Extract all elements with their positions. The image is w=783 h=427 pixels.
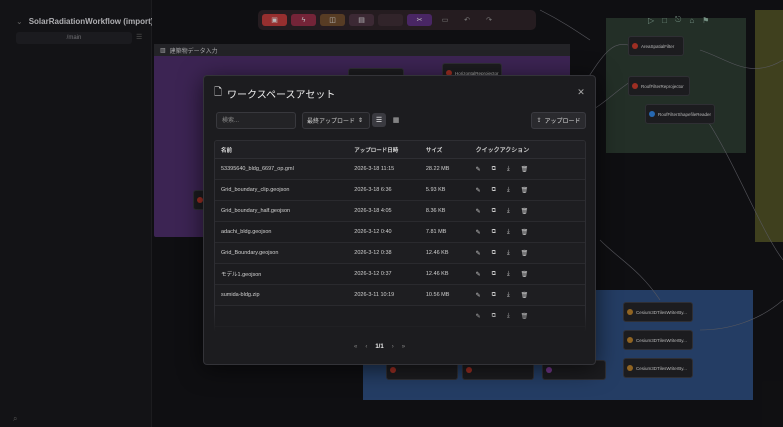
- list-icon: ☰: [375, 117, 383, 124]
- column-header-date[interactable]: アップロード日時: [354, 146, 426, 154]
- quick-actions: ✎ ⧉ ⤓ 🗑: [476, 229, 585, 236]
- last-page-icon[interactable]: »: [402, 344, 405, 350]
- prev-page-icon[interactable]: ‹: [365, 344, 367, 350]
- copy-icon[interactable]: ⧉: [492, 271, 496, 278]
- file-name: Grid_boundary_clip.geojson: [221, 187, 290, 193]
- file-size: 7.81 MB: [425, 229, 447, 235]
- next-page-icon[interactable]: ›: [392, 344, 394, 350]
- quick-actions: ✎ ⧉ ⤓ 🗑: [476, 250, 585, 257]
- file-name: sumida-bldg.zip: [221, 292, 260, 298]
- download-icon[interactable]: ⤓: [507, 292, 510, 299]
- file-icon: 🗋: [214, 86, 223, 98]
- download-icon[interactable]: ⤓: [507, 166, 510, 173]
- sort-select[interactable]: 最終アップロード ⇕: [302, 112, 370, 129]
- edit-icon[interactable]: ✎: [476, 229, 481, 236]
- trash-icon[interactable]: 🗑: [521, 187, 529, 194]
- quick-actions: ✎ ⧉ ⤓ 🗑: [476, 271, 585, 278]
- page-indicator: 1/1: [375, 344, 384, 350]
- upload-icon: ⇪: [536, 118, 542, 124]
- column-header-actions: クイックアクション: [475, 148, 530, 154]
- grid-view-button[interactable]: ▦: [389, 113, 403, 127]
- edit-icon[interactable]: ✎: [476, 208, 481, 215]
- grid-icon: ▦: [392, 117, 400, 124]
- sort-chevron-icon: ⇕: [358, 118, 364, 124]
- sort-label: 最終アップロード: [307, 119, 356, 125]
- trash-icon[interactable]: 🗑: [521, 208, 529, 215]
- table-row[interactable]: adachi_bldg.geojson 2026-3-12 0:40 7.81 …: [215, 222, 585, 243]
- download-icon[interactable]: ⤓: [507, 187, 510, 194]
- copy-icon[interactable]: ⧉: [492, 292, 496, 299]
- edit-icon[interactable]: ✎: [476, 292, 481, 299]
- dialog-title: ワークスペースアセット: [227, 89, 336, 101]
- file-name: モデル1.geojson: [221, 272, 262, 278]
- download-icon[interactable]: ⤓: [507, 271, 510, 278]
- app-root: ⌄ SolarRadiationWorkflow (import) /main …: [0, 0, 783, 427]
- copy-icon[interactable]: ⧉: [492, 208, 496, 215]
- upload-date: 2026-3-12 0:37: [354, 271, 392, 277]
- copy-icon[interactable]: ⧉: [492, 250, 496, 257]
- table-scroll-fade: [214, 312, 586, 332]
- file-size: 10.56 MB: [425, 292, 450, 298]
- quick-actions: ✎ ⧉ ⤓ 🗑: [476, 187, 585, 194]
- edit-icon[interactable]: ✎: [476, 271, 481, 278]
- edit-icon[interactable]: ✎: [476, 187, 481, 194]
- copy-icon[interactable]: ⧉: [492, 229, 496, 236]
- trash-icon[interactable]: 🗑: [521, 229, 529, 236]
- trash-icon[interactable]: 🗑: [521, 292, 529, 299]
- table-row[interactable]: sumida-bldg.zip 2026-3-11 10:19 10.56 MB…: [215, 285, 585, 306]
- list-view-button[interactable]: ☰: [372, 113, 386, 127]
- search-input[interactable]: [216, 112, 296, 129]
- upload-date: 2026-3-12 0:38: [354, 250, 392, 256]
- table-row[interactable]: 53395640_bldg_6697_op.gml 2026-3-18 11:1…: [215, 159, 585, 180]
- file-name: Grid_Boundary.geojson: [221, 250, 279, 256]
- edit-icon[interactable]: ✎: [476, 166, 481, 173]
- column-header-size[interactable]: サイズ: [426, 146, 476, 154]
- file-size: 28.22 MB: [425, 166, 450, 172]
- upload-date: 2026-3-11 10:19: [354, 292, 395, 298]
- file-size: 12.46 KB: [425, 271, 449, 277]
- file-size: 5.93 KB: [425, 187, 446, 193]
- copy-icon[interactable]: ⧉: [492, 187, 496, 194]
- upload-date: 2026-3-12 0:40: [354, 229, 392, 235]
- download-icon[interactable]: ⤓: [507, 250, 510, 257]
- upload-button[interactable]: ⇪ アップロード: [531, 112, 586, 129]
- column-header-name[interactable]: 名前: [215, 146, 354, 154]
- download-icon[interactable]: ⤓: [507, 208, 510, 215]
- download-icon[interactable]: ⤓: [507, 229, 510, 236]
- file-size: 8.36 KB: [425, 208, 446, 214]
- trash-icon[interactable]: 🗑: [521, 250, 529, 257]
- upload-label: アップロード: [544, 119, 581, 125]
- close-icon[interactable]: ✕: [575, 86, 587, 98]
- file-name: adachi_bldg.geojson: [221, 229, 272, 235]
- quick-actions: ✎ ⧉ ⤓ 🗑: [476, 292, 585, 299]
- copy-icon[interactable]: ⧉: [492, 166, 496, 173]
- trash-icon[interactable]: 🗑: [521, 271, 529, 278]
- file-size: 12.46 KB: [425, 250, 449, 256]
- assets-table: 名前 アップロード日時 サイズ クイックアクション 53395640_bldg_…: [214, 140, 586, 332]
- dialog-header: 🗋 ワークスペースアセット: [214, 86, 336, 101]
- file-name: 53395640_bldg_6697_op.gml: [221, 166, 294, 172]
- edit-icon[interactable]: ✎: [476, 250, 481, 257]
- upload-date: 2026-3-18 11:15: [354, 166, 395, 172]
- quick-actions: ✎ ⧉ ⤓ 🗑: [476, 166, 585, 173]
- file-name: Grid_boundary_half.geojson: [221, 208, 291, 214]
- table-row[interactable]: Grid_Boundary.geojson 2026-3-12 0:38 12.…: [215, 243, 585, 264]
- upload-date: 2026-3-18 4:05: [354, 208, 392, 214]
- pagination: « ‹ 1/1 › »: [354, 339, 405, 355]
- upload-date: 2026-3-18 6:36: [354, 187, 392, 193]
- trash-icon[interactable]: 🗑: [521, 166, 529, 173]
- first-page-icon[interactable]: «: [354, 344, 357, 350]
- table-row[interactable]: Grid_boundary_clip.geojson 2026-3-18 6:3…: [215, 180, 585, 201]
- table-row[interactable]: Grid_boundary_half.geojson 2026-3-18 4:0…: [215, 201, 585, 222]
- quick-actions: ✎ ⧉ ⤓ 🗑: [476, 208, 585, 215]
- workspace-assets-dialog: 🗋 ワークスペースアセット ✕ 最終アップロード ⇕ ☰ ▦ ⇪ アップロード …: [203, 75, 596, 365]
- table-row[interactable]: モデル1.geojson 2026-3-12 0:37 12.46 KB ✎ ⧉ ⤓…: [215, 264, 585, 285]
- table-header: 名前 アップロード日時 サイズ クイックアクション: [215, 141, 585, 159]
